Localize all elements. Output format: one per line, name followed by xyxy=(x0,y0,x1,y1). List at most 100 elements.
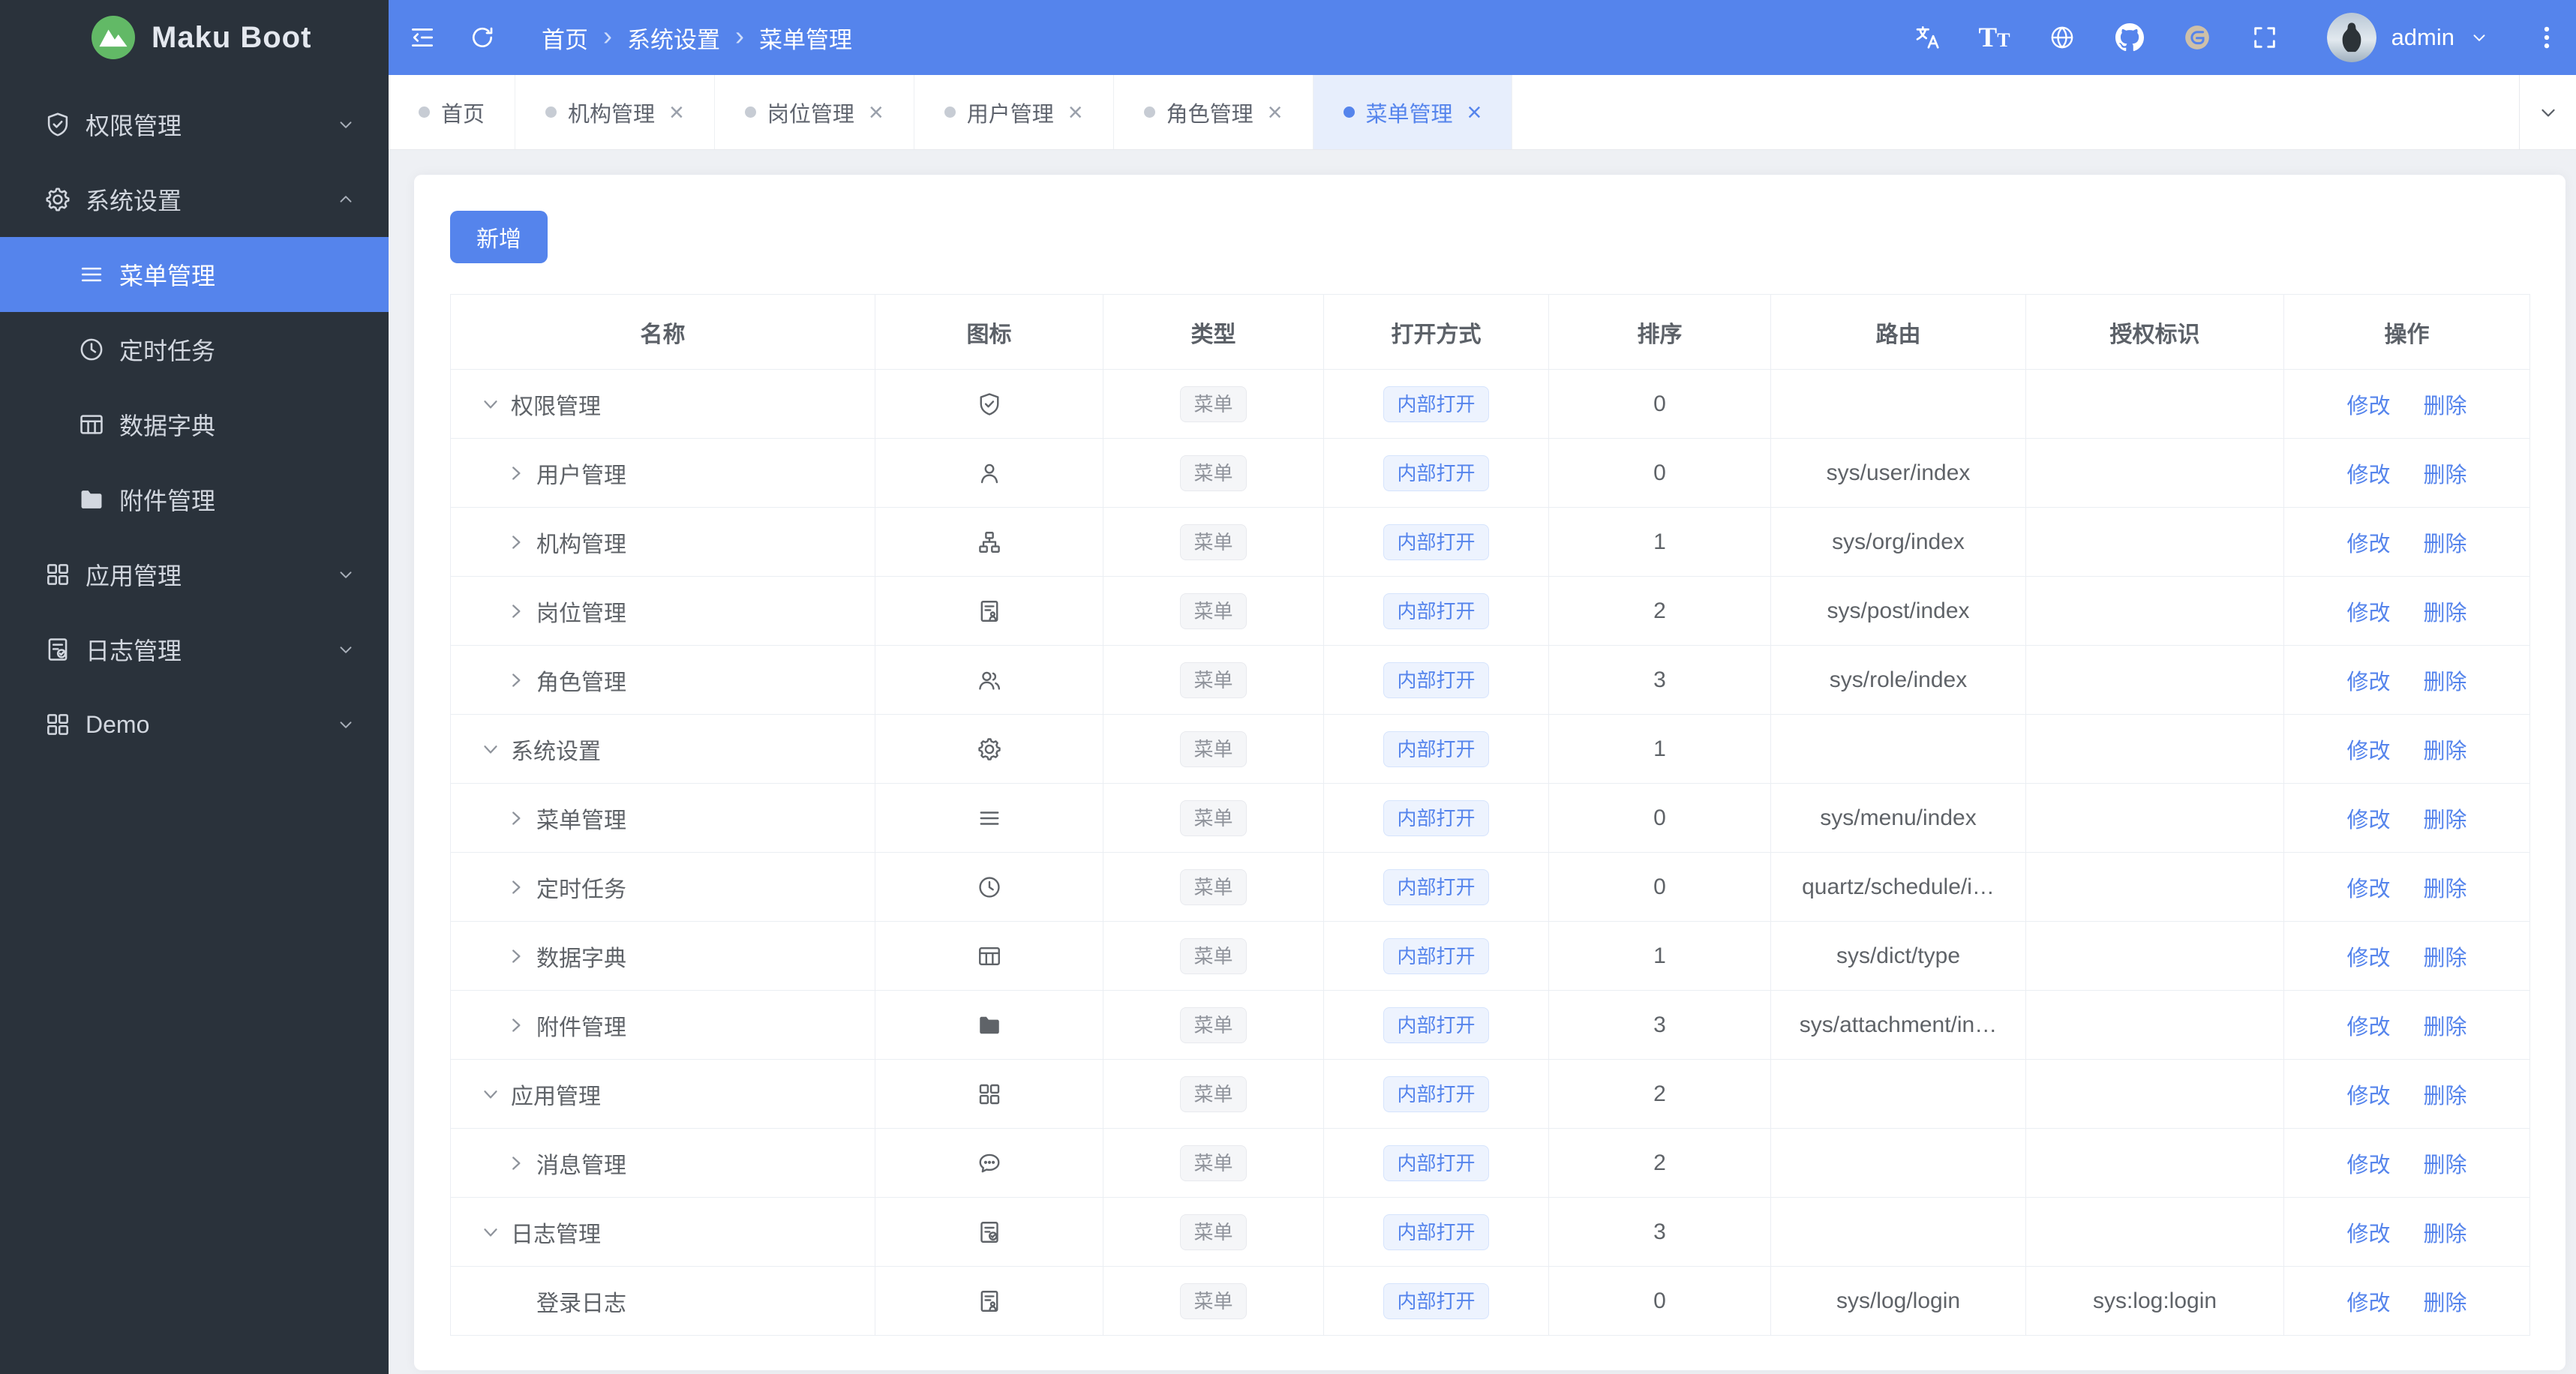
delete-link[interactable]: 删除 xyxy=(2424,596,2467,627)
tree-expand-icon[interactable] xyxy=(505,945,527,968)
delete-link[interactable]: 删除 xyxy=(2424,872,2467,903)
sidebar-item-日志管理[interactable]: 日志管理 xyxy=(0,612,389,687)
tree-expand-icon[interactable] xyxy=(505,669,527,692)
tab-岗位管理[interactable]: 岗位管理 × xyxy=(715,75,914,149)
delete-link[interactable]: 删除 xyxy=(2424,664,2467,696)
gear-icon xyxy=(976,736,1003,763)
sidebar-item-应用管理[interactable]: 应用管理 xyxy=(0,537,389,612)
tree-expand-icon[interactable] xyxy=(505,600,527,622)
delete-link[interactable]: 删除 xyxy=(2424,388,2467,420)
tree-expand-icon[interactable] xyxy=(505,876,527,898)
edit-link[interactable]: 修改 xyxy=(2346,1078,2390,1110)
sidebar-item-附件管理[interactable]: 附件管理 xyxy=(0,462,389,537)
chat-icon xyxy=(976,1150,1003,1177)
edit-link[interactable]: 修改 xyxy=(2346,526,2390,558)
more-menu-icon[interactable] xyxy=(2532,23,2561,52)
content-area: 新增 名称 图标 类型 打开方式 排序 路由 授权标识 操作 权限管理 菜单 内部打开 0 修… xyxy=(389,150,2576,1374)
route-value: quartz/schedule/i… xyxy=(1802,874,1995,899)
gitee-icon[interactable] xyxy=(2183,23,2211,52)
menu-name: 菜单管理 xyxy=(536,808,626,833)
font-size-icon[interactable]: TT xyxy=(1979,23,2010,52)
edit-link[interactable]: 修改 xyxy=(2346,1286,2390,1317)
tree-expand-icon[interactable] xyxy=(505,1014,527,1036)
tabs-dropdown-button[interactable] xyxy=(2519,75,2576,149)
tab-菜单管理[interactable]: 菜单管理 × xyxy=(1313,75,1513,149)
tree-expand-icon[interactable] xyxy=(505,807,527,830)
breadcrumb-item[interactable]: 系统设置 xyxy=(627,21,720,55)
type-badge: 菜单 xyxy=(1180,1144,1247,1181)
menu-name: 用户管理 xyxy=(536,463,626,488)
tree-expand-icon[interactable] xyxy=(505,1152,527,1174)
sort-value: 3 xyxy=(1653,1012,1666,1037)
tree-expand-icon[interactable] xyxy=(479,393,502,416)
sidebar-item-数据字典[interactable]: 数据字典 xyxy=(0,387,389,462)
breadcrumb-item[interactable]: 首页 xyxy=(542,21,588,55)
sidebar-menu: 权限管理 系统设置 菜单管理 定时任务 数据字典 附件管理 应用管理 日志管理 xyxy=(0,75,389,762)
delete-link[interactable]: 删除 xyxy=(2424,802,2467,834)
globe-icon[interactable] xyxy=(2048,23,2076,52)
edit-link[interactable]: 修改 xyxy=(2346,940,2390,972)
sort-value: 0 xyxy=(1653,460,1666,485)
fullscreen-icon[interactable] xyxy=(2250,23,2279,52)
edit-link[interactable]: 修改 xyxy=(2346,664,2390,696)
refresh-icon[interactable] xyxy=(468,23,497,52)
tab-用户管理[interactable]: 用户管理 × xyxy=(914,75,1114,149)
sidebar-item-系统设置[interactable]: 系统设置 xyxy=(0,162,389,237)
tab-角色管理[interactable]: 角色管理 × xyxy=(1114,75,1314,149)
tab-close-icon[interactable]: × xyxy=(669,100,684,125)
menu-name: 附件管理 xyxy=(536,1015,626,1040)
edit-link[interactable]: 修改 xyxy=(2346,388,2390,420)
table-row: 附件管理 菜单 内部打开 3 sys/attachment/in… 修改 删除 xyxy=(450,990,2530,1060)
delete-link[interactable]: 删除 xyxy=(2424,1148,2467,1179)
menu-name: 数据字典 xyxy=(536,946,626,971)
edit-link[interactable]: 修改 xyxy=(2346,1216,2390,1248)
tab-close-icon[interactable]: × xyxy=(1268,100,1283,125)
delete-link[interactable]: 删除 xyxy=(2424,458,2467,489)
table-row: 登录日志 菜单 内部打开 0 sys/log/login sys:log:log… xyxy=(450,1266,2530,1336)
doc-check-icon xyxy=(44,635,72,664)
add-button[interactable]: 新增 xyxy=(450,211,548,263)
tree-expand-icon[interactable] xyxy=(505,462,527,484)
table-row: 消息管理 菜单 内部打开 2 修改 删除 xyxy=(450,1128,2530,1198)
tab-close-icon[interactable]: × xyxy=(1068,100,1083,125)
sidebar-item-Demo[interactable]: Demo xyxy=(0,687,389,762)
folder-icon xyxy=(976,1012,1003,1039)
edit-link[interactable]: 修改 xyxy=(2346,802,2390,834)
github-icon[interactable] xyxy=(2115,23,2144,52)
open-mode-badge: 内部打开 xyxy=(1383,524,1489,560)
breadcrumb-item[interactable]: 菜单管理 xyxy=(759,21,852,55)
tab-close-icon[interactable]: × xyxy=(1467,100,1482,125)
table-row: 用户管理 菜单 内部打开 0 sys/user/index 修改 删除 xyxy=(450,438,2530,508)
delete-link[interactable]: 删除 xyxy=(2424,1216,2467,1248)
route-value: sys/user/index xyxy=(1826,460,1971,485)
sidebar-item-菜单管理[interactable]: 菜单管理 xyxy=(0,237,389,312)
edit-link[interactable]: 修改 xyxy=(2346,1010,2390,1041)
edit-link[interactable]: 修改 xyxy=(2346,458,2390,489)
sidebar-item-权限管理[interactable]: 权限管理 xyxy=(0,87,389,162)
edit-link[interactable]: 修改 xyxy=(2346,734,2390,765)
delete-link[interactable]: 删除 xyxy=(2424,1286,2467,1317)
edit-link[interactable]: 修改 xyxy=(2346,1148,2390,1179)
tab-close-icon[interactable]: × xyxy=(869,100,884,125)
tree-expand-icon[interactable] xyxy=(505,531,527,554)
open-mode-badge: 内部打开 xyxy=(1383,1076,1489,1112)
delete-link[interactable]: 删除 xyxy=(2424,1078,2467,1110)
menu-fold-icon[interactable] xyxy=(408,23,437,52)
delete-link[interactable]: 删除 xyxy=(2424,734,2467,765)
delete-link[interactable]: 删除 xyxy=(2424,1010,2467,1041)
username: admin xyxy=(2391,24,2454,50)
user-menu[interactable]: admin xyxy=(2326,13,2489,62)
delete-link[interactable]: 删除 xyxy=(2424,940,2467,972)
tab-机构管理[interactable]: 机构管理 × xyxy=(515,75,715,149)
edit-link[interactable]: 修改 xyxy=(2346,596,2390,627)
translate-icon[interactable] xyxy=(1913,23,1941,52)
sort-value: 2 xyxy=(1653,598,1666,623)
tree-expand-icon[interactable] xyxy=(479,1221,502,1244)
tab-首页[interactable]: 首页 xyxy=(389,75,516,149)
edit-link[interactable]: 修改 xyxy=(2346,872,2390,903)
delete-link[interactable]: 删除 xyxy=(2424,526,2467,558)
type-badge: 菜单 xyxy=(1180,938,1247,974)
sidebar-item-定时任务[interactable]: 定时任务 xyxy=(0,312,389,387)
tree-expand-icon[interactable] xyxy=(479,738,502,760)
tree-expand-icon[interactable] xyxy=(479,1083,502,1106)
